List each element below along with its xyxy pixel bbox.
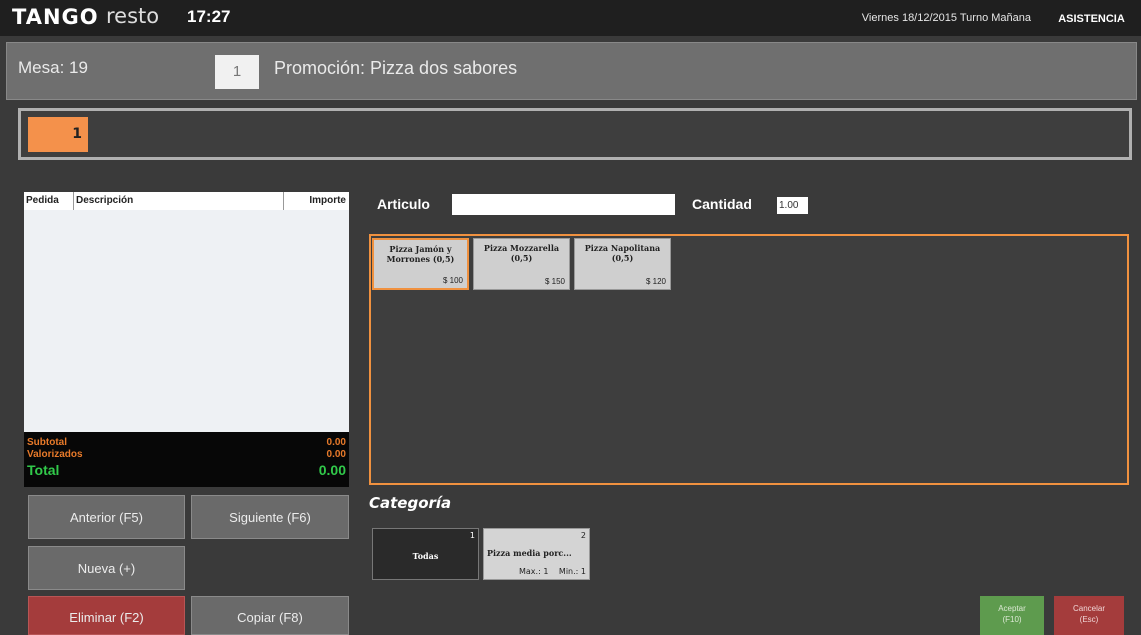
column-importe: Importe: [309, 195, 346, 206]
column-pedida: Pedida: [24, 192, 74, 210]
copiar-button[interactable]: Copiar (F8): [191, 596, 349, 635]
nueva-button[interactable]: Nueva (+): [28, 546, 185, 590]
promotion-step-bar: [18, 108, 1132, 160]
subtotal-label: Subtotal: [27, 437, 67, 448]
cancelar-label: Cancelar: [1072, 604, 1105, 613]
category-todas[interactable]: 1 Todas: [372, 528, 479, 580]
product-name: Pizza Jamón y Morrones (0,5): [386, 244, 455, 264]
aceptar-button[interactable]: Aceptar (F10): [980, 596, 1044, 635]
siguiente-button[interactable]: Siguiente (F6): [191, 495, 349, 539]
eliminar-button[interactable]: Eliminar (F2): [28, 596, 185, 635]
cantidad-label: Cantidad: [692, 196, 752, 212]
subtotal-value: 0.00: [326, 437, 346, 448]
category-name: Todas: [412, 551, 439, 561]
asistencia-button[interactable]: ASISTENCIA: [1042, 8, 1141, 30]
promotion-title: Promoción: Pizza dos sabores: [274, 58, 518, 78]
order-list[interactable]: [24, 210, 349, 432]
product-tile[interactable]: Pizza Napolitana (0,5) $ 120: [574, 238, 671, 290]
category-number: 1: [469, 531, 475, 540]
total-label: Total: [27, 462, 60, 478]
promo-quantity-box[interactable]: 1: [215, 55, 259, 89]
mesa-label: Mesa: 19: [18, 58, 88, 77]
category-name: Pizza media porc...: [487, 548, 572, 558]
product-price: $ 150: [544, 277, 565, 286]
date-shift-label: Viernes 18/12/2015 Turno Mañana: [861, 12, 1031, 24]
categoria-heading: Categoría: [369, 494, 452, 512]
totals-panel: Subtotal 0.00 Valorizados 0.00 Total 0.0…: [24, 432, 349, 487]
product-price: $ 120: [645, 277, 666, 286]
articulo-input[interactable]: [452, 194, 675, 215]
valorizados-value: 0.00: [326, 449, 346, 460]
anterior-button[interactable]: Anterior (F5): [28, 495, 185, 539]
cancelar-shortcut: (Esc): [1079, 615, 1099, 624]
product-name: Pizza Napolitana (0,5): [584, 243, 661, 263]
column-descripcion: Descripción: [74, 192, 284, 210]
step-tab-1[interactable]: 1: [28, 117, 88, 152]
total-value: 0.00: [318, 462, 346, 478]
app-logo: TANGO: [12, 5, 99, 29]
clock: 17:27: [187, 7, 231, 26]
category-min: Min.: 1: [558, 567, 586, 576]
product-tile[interactable]: Pizza Mozzarella (0,5) $ 150: [473, 238, 570, 290]
mesa-bar: [6, 42, 1137, 100]
product-tile[interactable]: Pizza Jamón y Morrones (0,5) $ 100: [372, 238, 469, 290]
category-number: 2: [580, 531, 586, 540]
cantidad-input[interactable]: [777, 197, 808, 214]
aceptar-label: Aceptar: [998, 604, 1026, 613]
order-table-header: Pedida Descripción Importe: [24, 192, 349, 210]
category-max: Max.: 1: [519, 567, 549, 576]
valorizados-label: Valorizados: [27, 449, 83, 460]
valorizados-row: Valorizados 0.00: [27, 449, 346, 460]
product-price: $ 100: [442, 276, 463, 285]
cancelar-button[interactable]: Cancelar (Esc): [1054, 596, 1124, 635]
app-logo-suffix: resto: [106, 4, 160, 28]
category-pizza-media-porcion[interactable]: 2 Pizza media porc... Max.: 1 Min.: 1: [483, 528, 590, 580]
total-row: Total 0.00: [27, 462, 346, 478]
product-name: Pizza Mozzarella (0,5): [483, 243, 560, 263]
aceptar-shortcut: (F10): [1002, 615, 1022, 624]
articulo-label: Articulo: [377, 196, 430, 212]
subtotal-row: Subtotal 0.00: [27, 437, 346, 448]
